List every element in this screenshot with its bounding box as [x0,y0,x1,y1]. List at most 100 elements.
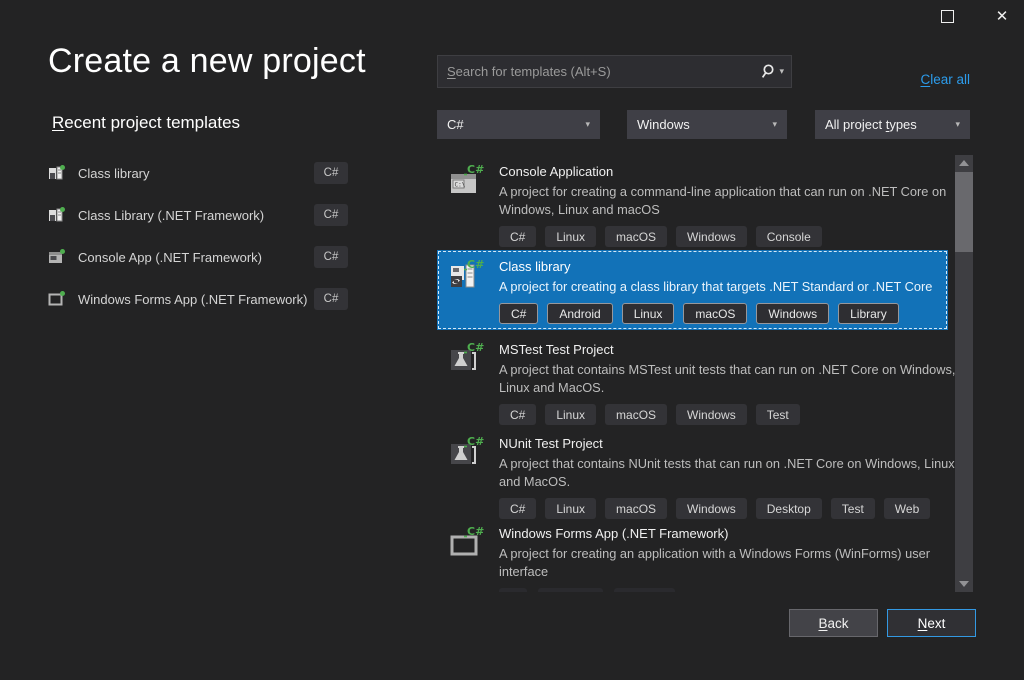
platform-filter-dropdown[interactable]: Windows ▾ [627,110,787,139]
test-flask-icon: C# [451,341,484,370]
template-description: A project for creating a command-line ap… [499,184,947,217]
template-list-scrollbar[interactable] [955,155,973,592]
platform-filter-value: Windows [637,117,690,132]
triangle-up-icon [959,160,969,166]
scroll-down-button[interactable] [955,576,973,592]
scroll-up-button[interactable] [955,155,973,171]
create-new-project-dialog: ✕ Create a new project Recent project te… [0,0,1024,680]
language-badge: C# [314,204,348,226]
template-list: C:\ C# Console Application A project for… [437,155,955,592]
tag-badge: macOS [683,303,748,324]
triangle-down-icon [959,581,969,587]
language-badge: C# [314,288,348,310]
project-type-filter-value: All project types [825,117,917,132]
template-item-mstest-test-project[interactable]: C# MSTest Test Project A project that co… [437,333,955,426]
close-button[interactable]: ✕ [980,0,1024,32]
svg-text:C#: C# [467,341,484,354]
recent-item-class-library-netfw[interactable]: Class Library (.NET Framework) C# [48,202,348,228]
template-description: A project for creating an application wi… [499,546,930,579]
language-filter-dropdown[interactable]: C# ▾ [437,110,600,139]
template-name: NUnit Test Project [499,436,603,451]
recent-item-label: Console App (.NET Framework) [78,249,262,265]
chevron-down-icon: ▾ [585,119,590,129]
language-badge: C# [314,162,348,184]
tag-badge: Linux [545,498,597,519]
recent-item-label: Class Library (.NET Framework) [78,207,265,223]
winforms-icon [48,291,65,306]
scrollbar-thumb[interactable] [955,172,973,252]
template-description: A project that contains MSTest unit test… [499,362,955,395]
tag-badge: Windows [676,404,747,425]
tag-badge: Windows [676,498,747,519]
search-placeholder: Search for templates (Alt+S) [447,64,611,79]
template-item-console-application[interactable]: C:\ C# Console Application A project for… [437,155,948,248]
clear-all-link[interactable]: Clear all [885,72,970,87]
tag-badge: C# [499,226,537,247]
next-button[interactable]: Next [887,609,976,637]
project-type-filter-dropdown[interactable]: All project types ▾ [815,110,970,139]
template-name: MSTest Test Project [499,342,614,357]
tag-badge: Library [838,303,899,324]
recent-template-list: Class library C# Class Library (.NET Fra… [48,160,348,328]
svg-text:C#: C# [467,258,484,271]
winforms-icon: C# [450,525,484,556]
template-tags: C# Android Linux macOS Windows Library [499,303,937,324]
tag-badge: C# [499,404,537,425]
template-name: Class library [499,259,571,274]
language-filter-value: C# [447,117,464,132]
recent-item-label: Windows Forms App (.NET Framework) [78,291,308,307]
tag-badge: C# [499,303,539,324]
template-item-nunit-test-project[interactable]: C# NUnit Test Project A project that con… [437,427,955,520]
class-library-icon: C# [451,258,484,288]
recent-templates-heading: Recent project templates [52,113,241,132]
clipped-tag-badge [499,588,527,592]
console-app-icon [49,249,65,263]
tag-badge: Desktop [755,498,822,519]
class-library-icon [49,165,65,180]
page-title: Create a new project [48,42,366,80]
template-item-class-library[interactable]: C# Class library A project for creating … [437,250,948,330]
tag-badge: Test [755,404,800,425]
svg-text:C#: C# [467,525,484,538]
template-tags-clipped [499,588,937,592]
search-options-caret-icon[interactable]: ▾ [779,66,784,77]
back-button[interactable]: Back [789,609,878,637]
maximize-icon [940,9,954,23]
recent-item-label: Class library [78,165,150,181]
tag-badge: Test [830,498,875,519]
clipped-tag-badge [614,588,675,592]
template-name: Windows Forms App (.NET Framework) [499,526,729,541]
magnifier-icon [762,64,775,78]
close-icon: ✕ [995,6,1009,25]
tag-badge: Windows [676,226,747,247]
tag-badge: macOS [605,498,668,519]
tag-badge: Linux [545,404,597,425]
tag-badge: C# [499,498,537,519]
test-flask-icon: C# [451,435,484,464]
template-name: Console Application [499,164,614,179]
svg-text:C#: C# [467,163,484,176]
recent-item-winforms-netfw[interactable]: Windows Forms App (.NET Framework) C# [48,286,348,312]
template-description: A project that contains NUnit tests that… [499,456,955,489]
language-badge: C# [314,246,348,268]
clipped-tag-badge [538,588,603,592]
tag-badge: Linux [545,226,597,247]
template-tags: C# Linux macOS Windows Desktop Test Web [499,498,937,519]
tag-badge: Console [755,226,822,247]
recent-item-console-app-netfw[interactable]: Console App (.NET Framework) C# [48,244,348,270]
recent-item-class-library[interactable]: Class library C# [48,160,348,186]
template-search-input[interactable]: Search for templates (Alt+S) ▾ [437,55,792,88]
tag-badge: Linux [621,303,675,324]
class-library-icon [49,207,65,222]
tag-badge: Android [547,303,613,324]
template-item-winforms-app[interactable]: C# Windows Forms App (.NET Framework) A … [437,517,948,592]
console-app-icon: C:\ C# [451,163,484,193]
template-tags: C# Linux macOS Windows Console [499,226,937,247]
svg-text:C:\: C:\ [455,182,466,189]
tag-badge: Windows [756,303,830,324]
chevron-down-icon: ▾ [955,119,960,129]
svg-text:C#: C# [467,435,484,448]
maximize-button[interactable] [925,0,969,32]
chevron-down-icon: ▾ [772,119,777,129]
tag-badge: macOS [605,226,668,247]
